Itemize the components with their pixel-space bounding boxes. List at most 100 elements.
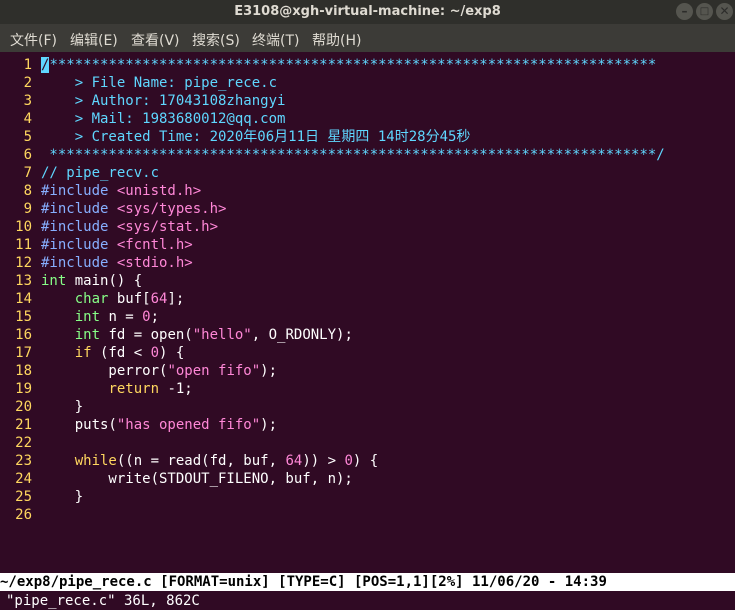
line-number: 18 (15, 363, 32, 379)
line-number: 21 (15, 417, 32, 433)
code-token: while (74, 453, 117, 469)
code-line: 6 **************************************… (0, 146, 735, 164)
line-number: 26 (15, 507, 32, 523)
line-number: 16 (15, 327, 32, 343)
code-token: ****************************************… (41, 147, 665, 163)
code-token: int (41, 273, 67, 289)
minimize-button[interactable]: – (676, 3, 693, 20)
line-number: 20 (15, 399, 32, 415)
vim-message-line: "pipe_rece.c" 36L, 862C (6, 593, 200, 609)
code-line: 14 char buf[64]; (0, 290, 735, 308)
code-token: #include (41, 237, 117, 253)
code-text: #include <unistd.h> (41, 182, 201, 200)
code-token: 0 (150, 345, 160, 361)
window-titlebar[interactable]: E3108@xgh-virtual-machine: ~/exp8 – □ ✕ (0, 0, 735, 24)
code-text: } (41, 488, 83, 506)
terminal-area[interactable]: 1 /**************************************… (0, 52, 735, 609)
menu-terminal[interactable]: 终端(T) (252, 30, 299, 50)
code-text: char buf[64]; (41, 290, 185, 308)
close-button[interactable]: ✕ (716, 3, 733, 20)
code-token: } (41, 489, 84, 505)
menu-file[interactable]: 文件(F) (10, 30, 57, 50)
code-line: 5 > Created Time: 2020年06月11日 星期四 14时28分… (0, 128, 735, 146)
maximize-button[interactable]: □ (696, 3, 713, 20)
vim-status-line: ~/exp8/pipe_rece.c [FORMAT=unix] [TYPE=C… (0, 573, 735, 591)
line-number: 3 (23, 93, 32, 109)
code-line: 4 > Mail: 1983680012@qq.com (0, 110, 735, 128)
code-text: } (41, 398, 83, 416)
code-line: 9 #include <sys/types.h> (0, 200, 735, 218)
code-text: write(STDOUT_FILENO, buf, n); (41, 470, 353, 488)
code-token: <sys/types.h> (116, 201, 227, 217)
code-token: ((n = read(fd, buf, (116, 453, 286, 469)
code-token: > Mail: 1983680012@qq.com (41, 111, 286, 127)
code-text: > Mail: 1983680012@qq.com (41, 110, 286, 128)
code-token: <unistd.h> (116, 183, 202, 199)
code-token: ); (260, 363, 278, 379)
line-number: 25 (15, 489, 32, 505)
code-text: #include <stdio.h> (41, 254, 193, 272)
line-number: 17 (15, 345, 32, 361)
code-token: write(STDOUT_FILENO, buf, n); (41, 471, 353, 487)
code-line: 24 write(STDOUT_FILENO, buf, n); (0, 470, 735, 488)
code-text: int n = 0; (41, 308, 159, 326)
code-line: 12 #include <stdio.h> (0, 254, 735, 272)
code-text: int main() { (41, 272, 142, 290)
code-token: int (74, 309, 101, 325)
code-line: 1 /**************************************… (0, 56, 735, 74)
code-token: )) > (302, 453, 345, 469)
code-token: > File Name: pipe_rece.c (41, 75, 278, 91)
code-token: #include (41, 255, 117, 271)
code-token: #include (41, 201, 117, 217)
code-token: main() { (66, 273, 143, 289)
code-token: > Author: 17043108zhangyi (41, 93, 286, 109)
menu-edit[interactable]: 编辑(E) (70, 30, 118, 50)
code-text: ****************************************… (41, 146, 665, 164)
menu-search[interactable]: 搜索(S) (192, 30, 240, 50)
line-number: 4 (23, 111, 32, 127)
line-number: 8 (23, 183, 32, 199)
code-line: 8 #include <unistd.h> (0, 182, 735, 200)
window-title: E3108@xgh-virtual-machine: ~/exp8 (234, 4, 501, 19)
code-line: 23 while((n = read(fd, buf, 64)) > 0) { (0, 452, 735, 470)
code-token: char (74, 291, 109, 307)
code-line: 17 if (fd < 0) { (0, 344, 735, 362)
code-line: 18 perror("open fifo"); (0, 362, 735, 380)
code-line: 16 int fd = open("hello", O_RDONLY); (0, 326, 735, 344)
code-token: // pipe_recv.c (41, 165, 160, 181)
code-text: return -1; (41, 380, 193, 398)
code-line: 22 (0, 434, 735, 452)
line-number: 10 (15, 219, 32, 235)
code-text: int fd = open("hello", O_RDONLY); (41, 326, 353, 344)
code-line: 21 puts("has opened fifo"); (0, 416, 735, 434)
line-number: 5 (23, 129, 32, 145)
code-line: 15 int n = 0; (0, 308, 735, 326)
code-text: #include <sys/types.h> (41, 200, 226, 218)
line-number: 23 (15, 453, 32, 469)
code-token: -1; (159, 381, 193, 397)
code-line: 11 #include <fcntl.h> (0, 236, 735, 254)
code-token: ); (260, 417, 278, 433)
code-token: buf[ (108, 291, 151, 307)
code-text: #include <fcntl.h> (41, 236, 193, 254)
code-token: 64 (150, 291, 168, 307)
line-number: 12 (15, 255, 32, 271)
code-token: puts( (41, 417, 117, 433)
code-token: int (74, 327, 101, 343)
line-number: 7 (23, 165, 32, 181)
code-token: n = (100, 309, 143, 325)
menu-view[interactable]: 查看(V) (131, 30, 180, 50)
menu-help[interactable]: 帮助(H) (312, 30, 361, 50)
code-token: ]; (167, 291, 185, 307)
code-token: > Created Time: 2020年06月11日 星期四 14时28分45… (41, 129, 471, 145)
code-text: /***************************************… (41, 56, 656, 74)
code-line: 19 return -1; (0, 380, 735, 398)
code-token: "open fifo" (167, 363, 261, 379)
code-token: fd = open( (100, 327, 193, 343)
code-line: 25 } (0, 488, 735, 506)
line-number: 24 (15, 471, 32, 487)
